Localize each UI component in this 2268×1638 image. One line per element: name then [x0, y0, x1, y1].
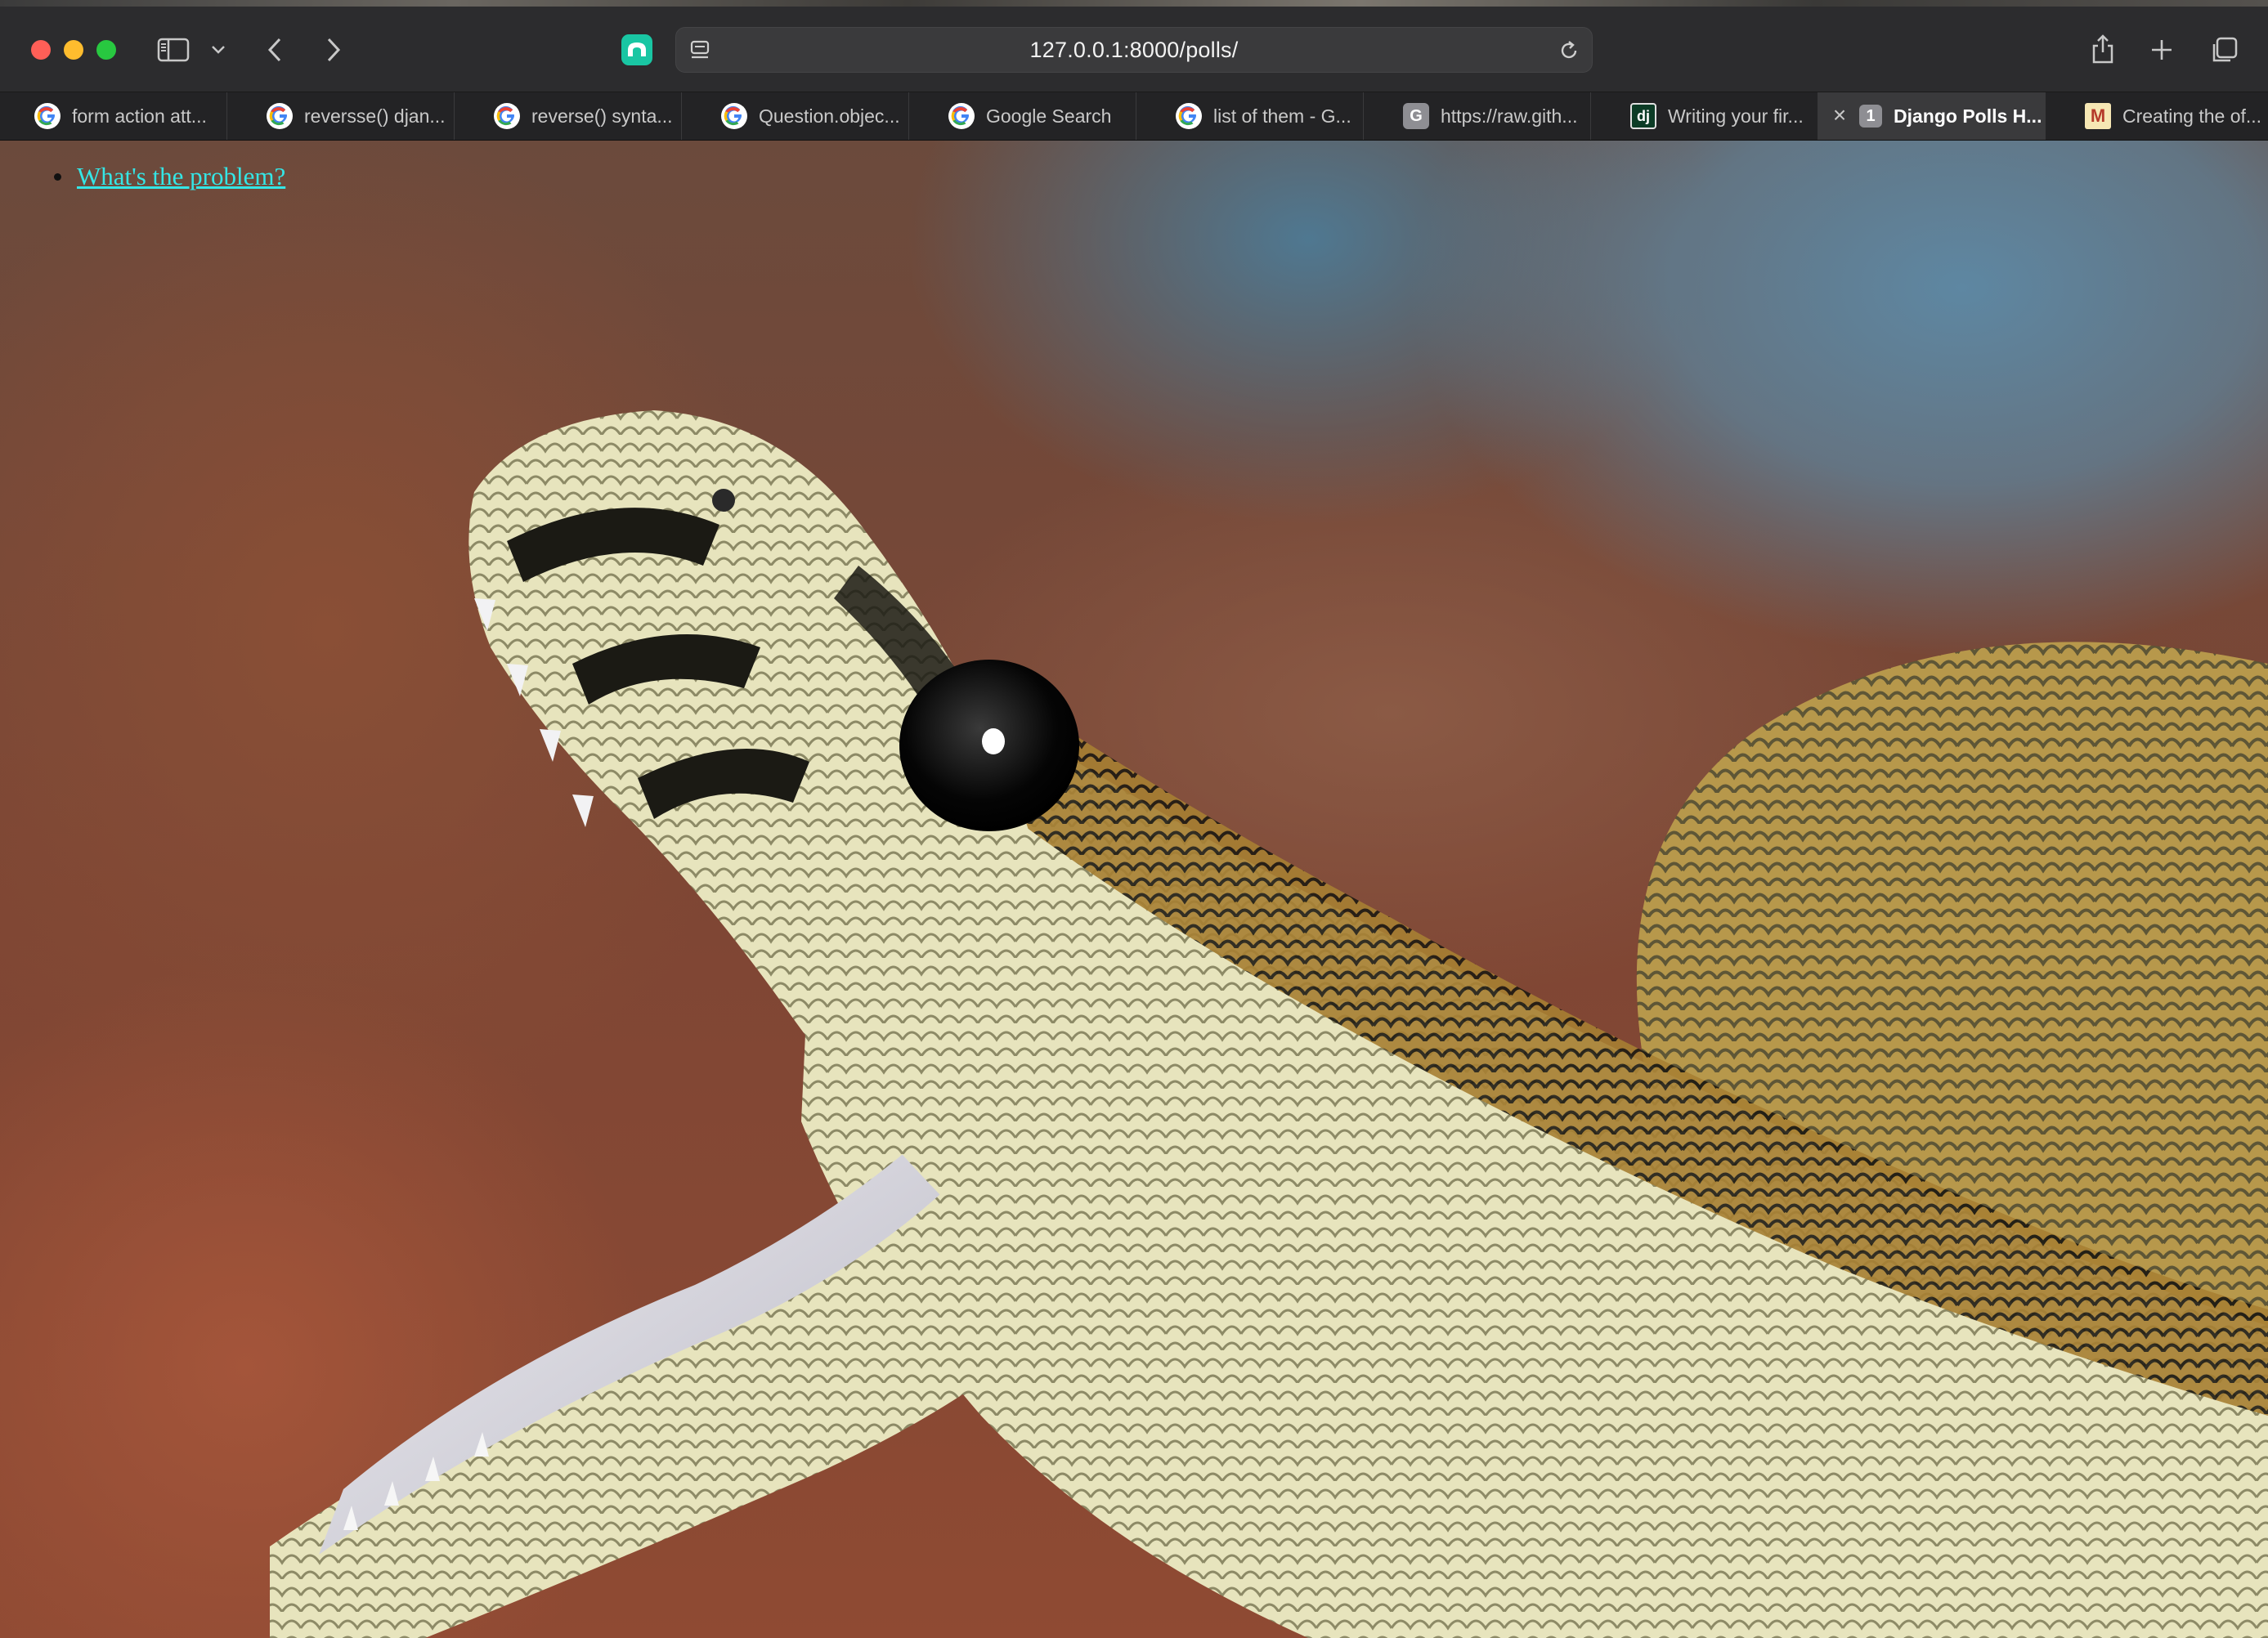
extension-icon[interactable]: [621, 34, 652, 65]
tab-label: Django Polls H...: [1894, 105, 2042, 127]
fullscreen-window-button[interactable]: [96, 40, 116, 60]
tab-label: reverse() synta...: [531, 105, 673, 127]
tab-label: form action att...: [72, 105, 207, 127]
forward-icon[interactable]: [319, 34, 348, 65]
tab-label: Question.objec...: [759, 105, 900, 127]
tab-label: reversse() djan...: [304, 105, 446, 127]
medium-icon: M: [2085, 103, 2111, 129]
new-tab-icon[interactable]: [2147, 34, 2176, 65]
tab-number-icon: 1: [1859, 105, 1882, 128]
google-icon: [34, 103, 61, 129]
tab-label: list of them - G...: [1213, 105, 1351, 127]
close-window-button[interactable]: [31, 40, 51, 60]
chevron-down-icon[interactable]: [208, 39, 229, 60]
tab-raw-github[interactable]: G https://raw.gith...: [1364, 92, 1591, 140]
google-icon: [494, 103, 520, 129]
minimize-window-button[interactable]: [64, 40, 83, 60]
browser-window: 127.0.0.1:8000/polls/ form action att...: [0, 0, 2268, 1638]
list-item: What's the problem?: [54, 162, 285, 191]
tab-google-search[interactable]: Google Search: [909, 92, 1136, 140]
page-viewport: What's the problem?: [0, 141, 2268, 1638]
google-icon: [267, 103, 293, 129]
desktop-strip: [0, 0, 2268, 7]
browser-toolbar: 127.0.0.1:8000/polls/: [0, 0, 2268, 92]
django-icon: dj: [1630, 103, 1656, 129]
tab-creating-the[interactable]: M Creating the of...: [2046, 92, 2268, 140]
tab-django-polls[interactable]: × 1 Django Polls H...: [1818, 92, 2046, 140]
google-icon: [948, 103, 975, 129]
tab-bar: form action att... reversse() djan... re…: [0, 92, 2268, 141]
tab-question-objects[interactable]: Question.objec...: [682, 92, 909, 140]
sidebar-toggle-icon[interactable]: [155, 36, 191, 64]
close-tab-icon[interactable]: ×: [1828, 102, 1851, 128]
tab-overview-icon[interactable]: [2207, 34, 2240, 67]
back-icon[interactable]: [260, 34, 289, 65]
list-bullet: [54, 173, 61, 181]
tab-label: Google Search: [986, 105, 1112, 127]
tab-reverse-syntax[interactable]: reverse() synta...: [455, 92, 682, 140]
tab-list-of-them[interactable]: list of them - G...: [1136, 92, 1364, 140]
reload-icon[interactable]: [1556, 38, 1582, 64]
tab-form-action[interactable]: form action att...: [0, 92, 227, 140]
tab-label: https://raw.gith...: [1441, 105, 1578, 127]
url-text[interactable]: 127.0.0.1:8000/polls/: [676, 28, 1592, 72]
tab-writing-your-first[interactable]: dj Writing your fir...: [1591, 92, 1818, 140]
address-bar[interactable]: 127.0.0.1:8000/polls/: [675, 27, 1593, 73]
share-icon[interactable]: [2086, 31, 2119, 67]
tab-reversse-django[interactable]: reversse() djan...: [227, 92, 455, 140]
questions-list: What's the problem?: [0, 141, 285, 191]
google-icon: [1176, 103, 1202, 129]
github-raw-icon: G: [1403, 103, 1429, 129]
tab-label: Creating the of...: [2122, 105, 2262, 127]
tab-label: Writing your fir...: [1668, 105, 1804, 127]
python-background-image: [270, 410, 2268, 1638]
question-link[interactable]: What's the problem?: [77, 162, 285, 190]
google-icon: [721, 103, 747, 129]
